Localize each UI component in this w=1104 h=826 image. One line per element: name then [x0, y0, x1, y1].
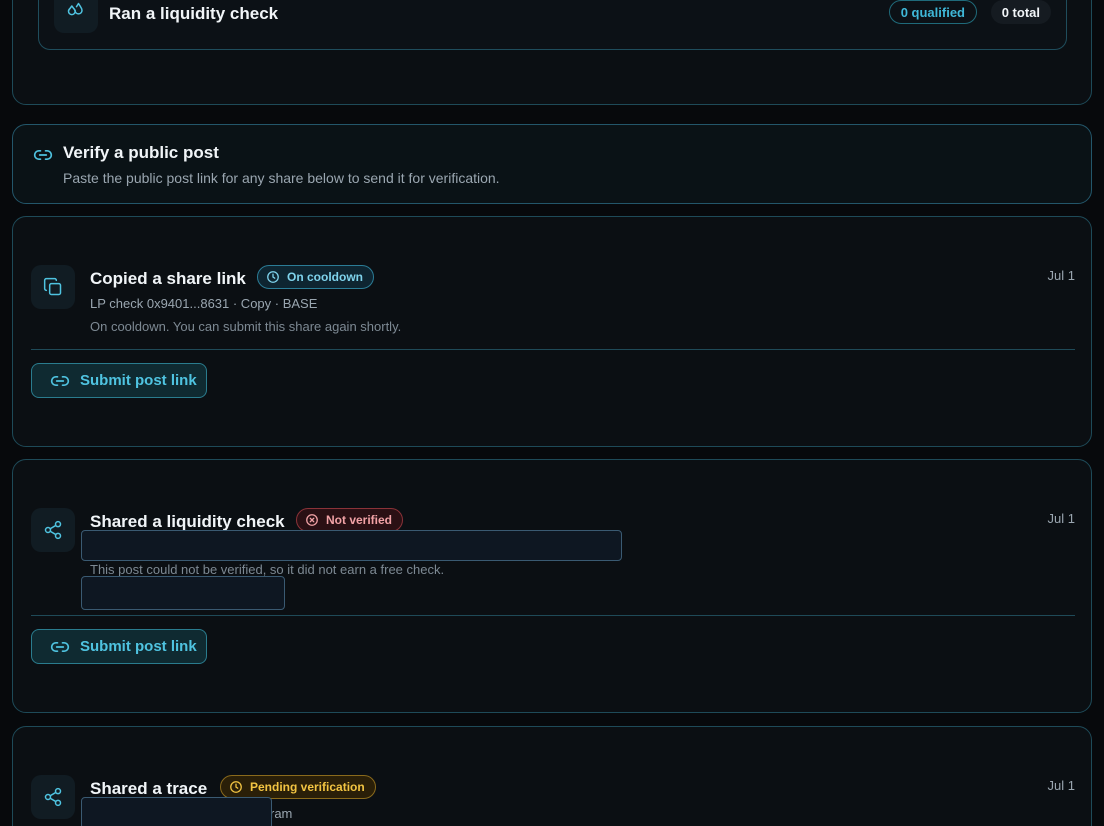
- status-badge: Pending verification: [220, 775, 376, 799]
- liquidity-check-row: Ran a liquidity check 0 qualified 0 tota…: [38, 0, 1067, 50]
- status-badge: Not verified: [296, 508, 404, 532]
- link-icon: [50, 375, 70, 386]
- activity-title: Copied a share link: [90, 269, 246, 288]
- verify-post-card: Verify a public post Paste the public po…: [12, 124, 1092, 204]
- status-badge: On cooldown: [257, 265, 374, 289]
- verify-title: Verify a public post: [63, 143, 219, 162]
- page: Ran a liquidity check 0 qualified 0 tota…: [0, 0, 1104, 826]
- share-icon: [31, 508, 75, 552]
- link-icon: [50, 641, 70, 652]
- activity-date: Jul 1: [1047, 778, 1075, 793]
- status-badge-label: Pending verification: [250, 780, 365, 794]
- activity-card-shared-trace: Shared a trace Pending verification Jul …: [12, 726, 1092, 826]
- redacted-field: [81, 530, 622, 561]
- x-circle-icon: [306, 514, 318, 526]
- status-badge-label: Not verified: [326, 513, 393, 527]
- redacted-field: [81, 797, 272, 826]
- activity-title: Shared a trace: [90, 779, 208, 798]
- button-label: Submit post link: [80, 638, 197, 655]
- activity-meta-fragment: ram: [270, 806, 293, 821]
- activity-title: Shared a liquidity check: [90, 512, 285, 531]
- clock-icon: [230, 781, 242, 793]
- activity-date: Jul 1: [1047, 511, 1075, 526]
- activity-note: On cooldown. You can submit this share a…: [90, 319, 402, 334]
- activity-meta: LP check 0x9401...8631 · Copy · BASE: [90, 296, 318, 311]
- activity-date: Jul 1: [1047, 268, 1075, 283]
- copy-icon: [31, 265, 75, 309]
- liquidity-summary-card: Ran a liquidity check 0 qualified 0 tota…: [12, 0, 1092, 105]
- total-count-pill: 0 total: [990, 0, 1051, 24]
- button-label: Submit post link: [80, 372, 197, 389]
- share-icon: [31, 775, 75, 819]
- qualified-count-pill: 0 qualified: [888, 0, 977, 24]
- submit-post-link-button[interactable]: Submit post link: [31, 363, 207, 398]
- divider: [31, 615, 1075, 616]
- clock-icon: [267, 271, 279, 283]
- droplets-icon: [54, 0, 98, 33]
- status-badge-label: On cooldown: [287, 270, 363, 284]
- submit-post-link-button[interactable]: Submit post link: [31, 629, 207, 664]
- activity-card-copied-share: Copied a share link On cooldown Jul 1 LP…: [12, 216, 1092, 447]
- divider: [31, 349, 1075, 350]
- activity-note: This post could not be verified, so it d…: [90, 562, 445, 577]
- verify-subtitle: Paste the public post link for any share…: [63, 170, 500, 186]
- activity-card-shared-liquidity: Shared a liquidity check Not verified Ju…: [12, 459, 1092, 713]
- row-title: Ran a liquidity check: [109, 4, 279, 23]
- link-icon: [33, 150, 53, 160]
- redacted-field: [81, 576, 285, 610]
